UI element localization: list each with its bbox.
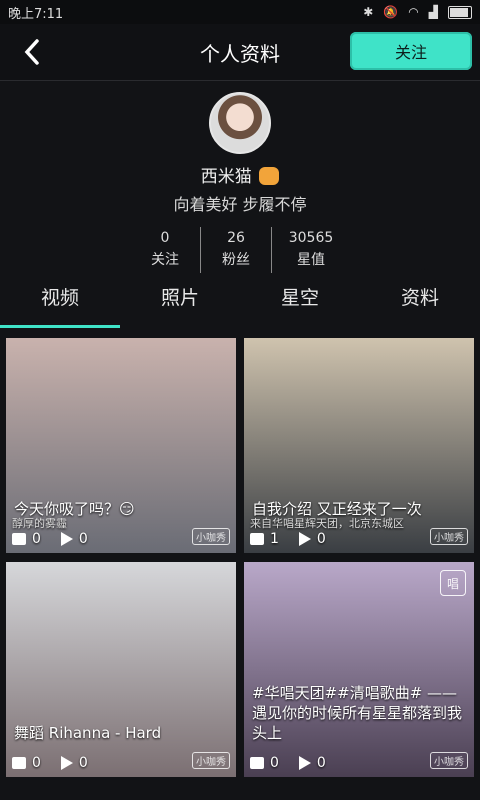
cat-icon — [259, 167, 280, 185]
play-count: 0 — [316, 531, 326, 547]
watermark-logo: 小咖秀 — [430, 752, 468, 769]
like-icon — [12, 757, 26, 769]
video-thumbnail — [6, 562, 236, 777]
stat-label: 关注 — [151, 252, 179, 268]
profile-name: 西米猫 — [200, 167, 252, 187]
play-count: 0 — [316, 755, 326, 771]
video-subtitle: 醇厚的雾霾 — [12, 517, 67, 530]
stat-value: 0 — [160, 230, 170, 246]
play-icon — [60, 756, 73, 770]
like-count: 0 — [270, 755, 279, 771]
video-card[interactable]: 唱 #华唱天团##清唱歌曲# —— 遇见你的时候所有星星都落到我头上 0 0 小… — [244, 562, 474, 777]
video-meta: 0 0 — [12, 755, 88, 771]
video-caption: 舞蹈 Rihanna - Hard — [14, 724, 162, 742]
video-card[interactable]: 今天你吸了吗？😏 醇厚的雾霾 0 0 小咖秀 — [6, 338, 236, 553]
stat-star-value[interactable]: 30565 星值 — [276, 227, 346, 273]
signal-icon: ▟ — [428, 5, 438, 19]
tab-photos[interactable]: 照片 — [120, 276, 240, 328]
follow-button[interactable]: 关注 — [350, 32, 472, 70]
play-icon — [298, 756, 311, 770]
like-count: 1 — [270, 531, 279, 547]
bluetooth-icon: ✱ — [363, 5, 374, 19]
video-meta: 1 0 — [250, 531, 326, 547]
video-meta: 0 0 — [250, 755, 326, 771]
video-card[interactable]: 舞蹈 Rihanna - Hard 0 0 小咖秀 — [6, 562, 236, 777]
profile-name-row: 西米猫 — [0, 162, 480, 187]
tab-star-space[interactable]: 星空 — [240, 276, 360, 328]
sing-badge: 唱 — [440, 570, 466, 596]
mute-icon: 🔕 — [383, 5, 399, 19]
battery-icon — [448, 5, 472, 19]
like-icon — [250, 757, 264, 769]
video-caption: #华唱天团##清唱歌曲# —— 遇见你的时候所有星星都落到我头上 — [252, 684, 463, 742]
stat-value: 26 — [227, 230, 245, 246]
profile-stats: 0 关注 26 粉丝 30565 星值 — [0, 227, 480, 273]
avatar[interactable] — [209, 92, 271, 154]
like-count: 0 — [32, 531, 41, 547]
tab-videos[interactable]: 视频 — [0, 276, 120, 328]
tab-profile-info[interactable]: 资料 — [360, 276, 480, 328]
profile-section: 西米猫 向着美好 步履不停 0 关注 26 粉丝 30565 星值 — [0, 92, 480, 273]
video-card[interactable]: 自我介绍 又正经来了一次 来自华唱星辉天团，北京东城区 1 0 小咖秀 — [244, 338, 474, 553]
video-meta: 0 0 — [12, 531, 88, 547]
watermark-logo: 小咖秀 — [192, 528, 230, 545]
status-time: 晚上7:11 — [8, 6, 64, 22]
like-icon — [12, 533, 26, 545]
divider — [271, 227, 272, 273]
play-count: 0 — [78, 531, 88, 547]
like-count: 0 — [32, 755, 41, 771]
wifi-icon: ◠ — [408, 5, 419, 19]
like-icon — [250, 533, 264, 545]
top-bar: 个人资料 关注 — [0, 24, 480, 81]
stat-fans[interactable]: 26 粉丝 — [205, 227, 267, 273]
video-subtitle: 来自华唱星辉天团，北京东城区 — [250, 517, 404, 530]
play-count: 0 — [78, 755, 88, 771]
play-icon — [298, 532, 311, 546]
profile-bio: 向着美好 步履不停 — [173, 195, 307, 214]
divider — [200, 227, 201, 273]
profile-tabs: 视频 照片 星空 资料 — [0, 276, 480, 328]
watermark-logo: 小咖秀 — [192, 752, 230, 769]
stat-value: 30565 — [288, 230, 334, 246]
watermark-logo: 小咖秀 — [430, 528, 468, 545]
stat-label: 星值 — [297, 252, 325, 268]
status-bar: 晚上7:11 ✱ 🔕 ◠ ▟ — [0, 0, 480, 24]
play-icon — [60, 532, 73, 546]
status-icons: ✱ 🔕 ◠ ▟ — [363, 5, 472, 19]
video-thumbnail — [244, 562, 474, 777]
stat-label: 粉丝 — [222, 252, 250, 268]
stat-following[interactable]: 0 关注 — [134, 227, 196, 273]
